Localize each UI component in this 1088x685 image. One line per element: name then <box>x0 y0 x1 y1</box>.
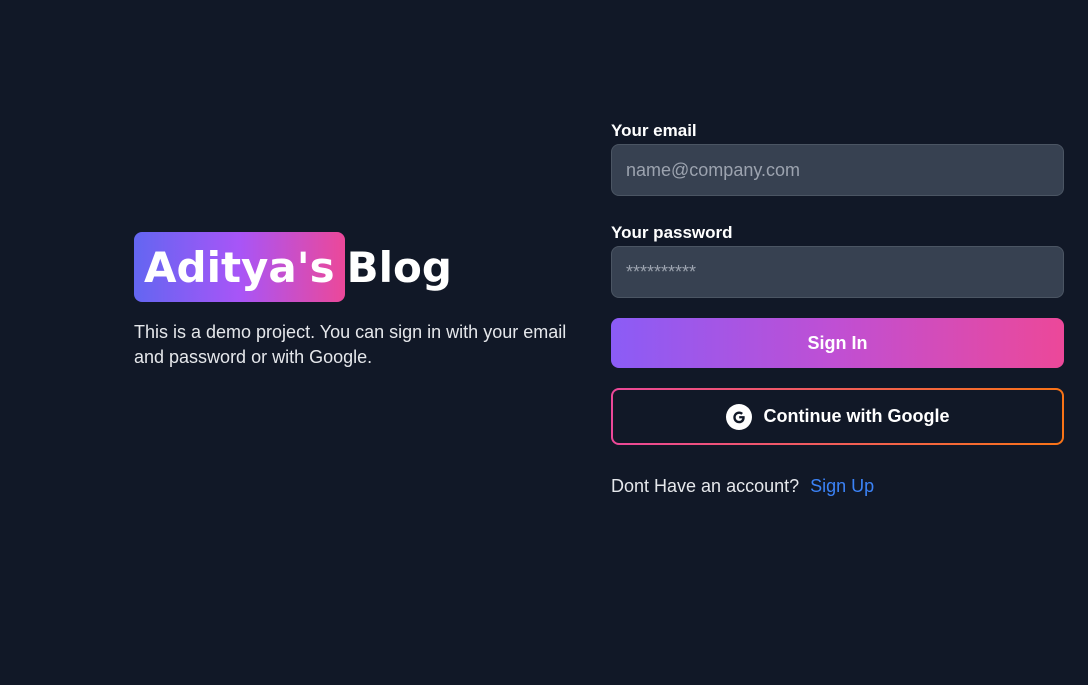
signup-row: Dont Have an account? Sign Up <box>611 473 1064 499</box>
brand-description: This is a demo project. You can sign in … <box>134 322 567 367</box>
continue-with-google-button[interactable]: Continue with Google <box>613 390 1062 443</box>
sign-in-button[interactable]: Sign In <box>611 318 1064 368</box>
email-field[interactable] <box>611 144 1064 196</box>
logo[interactable]: Aditya's Blog <box>134 232 594 302</box>
password-field[interactable] <box>611 246 1064 298</box>
logo-highlight: Aditya's <box>134 232 345 302</box>
google-icon <box>725 403 752 430</box>
logo-text: Blog <box>346 242 452 292</box>
email-label: Your email <box>611 121 697 140</box>
sign-up-link[interactable]: Sign Up <box>810 476 874 496</box>
google-button-label: Continue with Google <box>763 406 950 426</box>
password-label: Your password <box>611 223 733 242</box>
google-button-border: Continue with Google <box>611 388 1064 445</box>
sign-in-form: Your email Your password Sign In Continu… <box>611 120 1064 499</box>
brand-section: Aditya's Blog This is a demo project. Yo… <box>134 232 594 370</box>
signup-prompt: Dont Have an account? <box>611 476 800 496</box>
sign-in-page: Aditya's Blog This is a demo project. Yo… <box>0 0 1088 685</box>
